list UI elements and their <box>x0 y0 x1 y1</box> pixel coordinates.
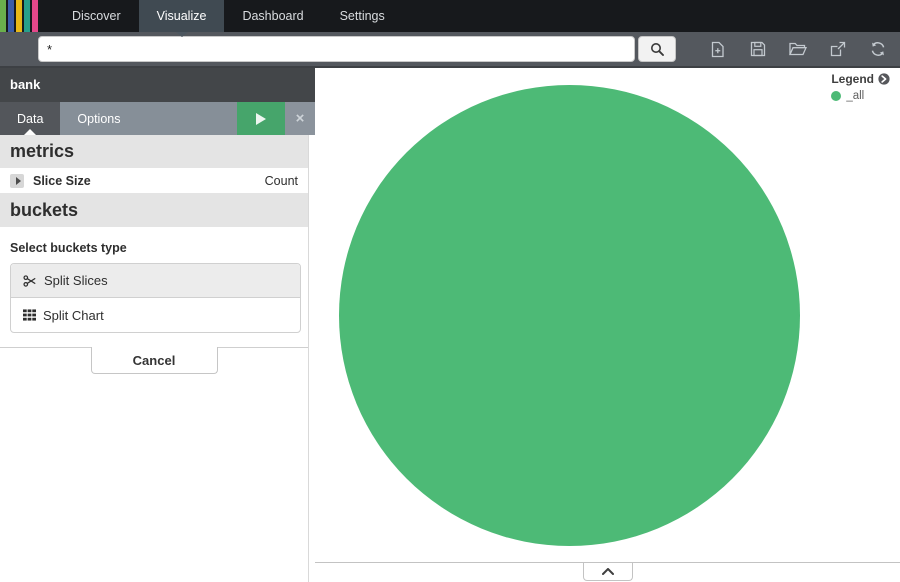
tabbar-spacer <box>138 102 238 135</box>
nav-tab-settings[interactable]: Settings <box>322 0 403 32</box>
save-visualization-button[interactable] <box>747 38 768 60</box>
bucket-option-label: Split Slices <box>44 273 108 288</box>
grid-icon <box>23 309 36 321</box>
bucket-option-split-chart[interactable]: Split Chart <box>11 298 300 332</box>
query-toolbar <box>0 32 900 68</box>
bucket-option-split-slices[interactable]: Split Slices <box>11 264 300 298</box>
legend-color-dot <box>831 91 841 101</box>
active-tab-notch <box>176 32 188 37</box>
discard-changes-button[interactable]: × <box>285 102 315 135</box>
save-icon <box>750 41 766 57</box>
query-input[interactable] <box>38 36 635 62</box>
refresh-button[interactable] <box>867 38 888 60</box>
cancel-button[interactable]: Cancel <box>91 347 218 374</box>
select-buckets-type-label: Select buckets type <box>10 241 298 255</box>
slice-size-row: Slice Size Count <box>0 168 308 193</box>
share-visualization-button[interactable] <box>827 38 848 60</box>
apply-changes-button[interactable] <box>237 102 285 135</box>
new-visualization-button[interactable] <box>707 38 728 60</box>
chevron-up-icon <box>602 568 614 575</box>
search-icon <box>650 42 664 56</box>
visualization-canvas: Legend _all <box>315 68 900 582</box>
new-document-icon <box>710 41 725 58</box>
metrics-section-heading: metrics <box>0 135 308 168</box>
tab-options[interactable]: Options <box>60 102 137 135</box>
legend-header[interactable]: Legend <box>831 72 890 86</box>
legend-item-label: _all <box>846 90 864 102</box>
logo-stripe <box>24 0 30 32</box>
index-pattern-header: bank <box>0 68 315 102</box>
nav-tab-discover[interactable]: Discover <box>54 0 139 32</box>
top-navbar: Discover Visualize Dashboard Settings <box>0 0 900 32</box>
legend-item-all[interactable]: _all <box>831 90 890 102</box>
vis-editor-sidebar: bank Data Options × metrics Slice Size <box>0 68 315 582</box>
logo-stripe <box>32 0 38 32</box>
legend-toggle-icon[interactable] <box>878 73 890 85</box>
editor-tabbar: Data Options × <box>0 102 315 135</box>
spy-panel-toggle-button[interactable] <box>583 563 633 581</box>
spy-panel-divider <box>315 562 900 563</box>
tab-data-label: Data <box>17 112 43 126</box>
metric-aggregation-value: Count <box>265 174 298 188</box>
cancel-section: Cancel <box>0 347 308 377</box>
close-icon: × <box>296 110 305 127</box>
bucket-option-label: Split Chart <box>43 308 104 323</box>
logo-stripe <box>0 0 6 32</box>
folder-open-icon <box>789 42 807 56</box>
play-icon <box>256 113 266 125</box>
buckets-section-heading: buckets <box>0 193 308 227</box>
refresh-icon <box>870 41 886 57</box>
editor-scroll-region[interactable]: metrics Slice Size Count buckets Select … <box>0 135 309 582</box>
pie-slice-all[interactable] <box>339 85 800 546</box>
logo-stripe <box>16 0 22 32</box>
legend-title: Legend <box>831 72 874 86</box>
nav-tab-dashboard[interactable]: Dashboard <box>224 0 321 32</box>
share-icon <box>830 41 846 57</box>
content-area: bank Data Options × metrics Slice Size <box>0 68 900 582</box>
tab-data[interactable]: Data <box>0 102 60 135</box>
toolbar-actions <box>707 38 888 60</box>
kibana-logo <box>0 0 54 32</box>
bucket-type-list: Split Slices Split Chart <box>10 263 301 333</box>
active-editor-tab-notch <box>24 129 36 135</box>
nav-tab-visualize-label: Visualize <box>157 9 207 23</box>
expand-metric-button[interactable] <box>10 174 24 188</box>
scissors-icon <box>23 274 37 288</box>
metric-label: Slice Size <box>33 174 91 188</box>
legend: Legend _all <box>831 72 890 102</box>
buckets-body: Select buckets type Split Slices Split C… <box>0 227 308 333</box>
search-button[interactable] <box>638 36 676 62</box>
nav-tab-visualize[interactable]: Visualize <box>139 0 225 32</box>
caret-right-icon <box>16 177 21 185</box>
load-visualization-button[interactable] <box>787 38 808 60</box>
logo-stripe <box>8 0 14 32</box>
